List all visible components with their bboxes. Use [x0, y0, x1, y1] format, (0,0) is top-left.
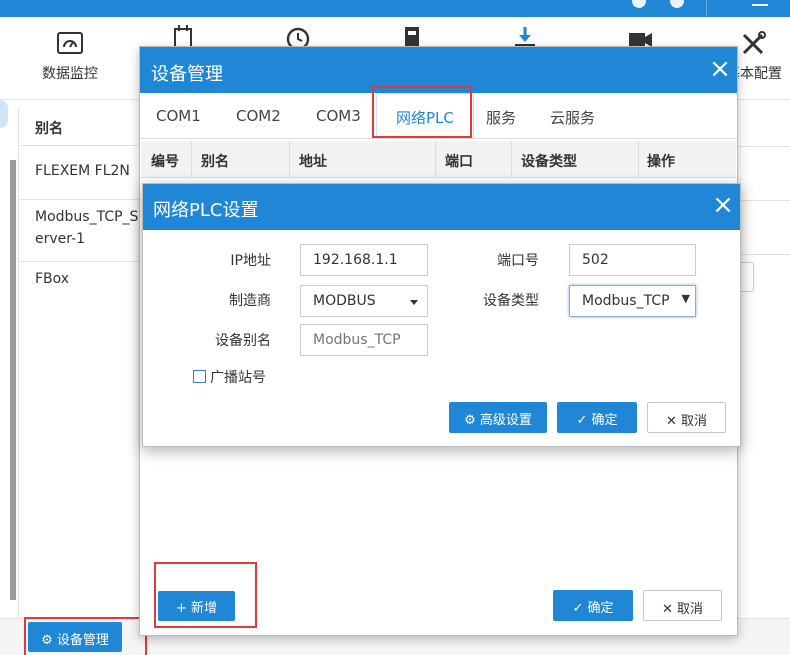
dialog-title: 设备管理	[151, 64, 223, 85]
column-header: 编号	[151, 154, 179, 170]
scrollbar[interactable]	[10, 160, 16, 600]
close-icon: ✕	[665, 414, 677, 429]
vendor-value: MODBUS	[313, 293, 376, 309]
vendor-select[interactable]: MODBUS	[300, 285, 428, 317]
column-header: 设备类型	[521, 154, 577, 170]
highlight-box	[154, 562, 257, 628]
broadcast-checkbox[interactable]	[193, 370, 206, 383]
broadcast-label: 广播站号	[210, 370, 266, 386]
toolbar-data-monitor[interactable]: 数据监控	[30, 31, 110, 83]
column-divider	[511, 141, 512, 178]
device-alias-list: 别名 FLEXEM FL2N Modbus_TCP_S erver-1 FBox	[18, 108, 149, 618]
gear-icon: ⚙	[464, 413, 476, 428]
button-label: 确定	[587, 601, 614, 616]
ok-button[interactable]: ✓ 确定	[557, 402, 637, 433]
ip-input[interactable]	[300, 244, 428, 276]
column-divider	[638, 141, 639, 178]
window-title-bar	[0, 0, 790, 17]
list-item[interactable]: Modbus_TCP_S erver-1	[19, 200, 149, 262]
divider	[738, 200, 790, 201]
check-icon: ✓	[576, 413, 588, 428]
port-label: 端口号	[497, 253, 539, 269]
tab-com2[interactable]: COM2	[236, 107, 281, 125]
advanced-settings-button[interactable]: ⚙ 高级设置	[449, 402, 547, 433]
check-icon: ✓	[572, 601, 584, 616]
monitor-gauge-icon	[57, 32, 83, 54]
highlight-box	[24, 617, 147, 655]
column-divider	[435, 141, 436, 178]
left-sidebar	[0, 100, 18, 620]
ip-label: IP地址	[230, 253, 271, 269]
divider	[738, 254, 790, 255]
gear-icon[interactable]	[670, 0, 684, 8]
button-label: 确定	[591, 413, 618, 428]
column-divider	[191, 141, 192, 178]
sidebar-tab[interactable]	[0, 100, 8, 128]
tab-cloud-service[interactable]: 云服务	[550, 107, 595, 128]
device-type-select[interactable]: Modbus_TCP ▼	[569, 285, 696, 317]
column-header: 地址	[299, 154, 327, 170]
titlebar-divider	[706, 0, 707, 17]
list-item[interactable]: FLEXEM FL2N	[19, 146, 149, 200]
info-icon[interactable]	[632, 0, 646, 8]
button-label: 取消	[681, 414, 708, 429]
close-icon[interactable]: ×	[709, 56, 731, 82]
tab-service[interactable]: 服务	[486, 107, 516, 128]
alias-label: 设备别名	[215, 333, 271, 349]
column-header: 别名	[201, 154, 229, 170]
alias-input[interactable]	[300, 324, 428, 356]
list-right-edge	[738, 108, 790, 618]
network-plc-settings-dialog: 网络PLC设置 × IP地址 端口号 制造商 MODBUS 设备类型 Modbu…	[142, 183, 741, 447]
table-header: 编号 别名 地址 端口 设备类型 操作	[141, 141, 736, 178]
port-input[interactable]	[569, 244, 696, 276]
close-icon: ✕	[661, 602, 673, 617]
ok-button[interactable]: ✓ 确定	[553, 590, 633, 621]
dialog-header: 网络PLC设置	[143, 184, 740, 230]
highlight-box	[372, 86, 472, 138]
tools-icon	[742, 31, 766, 55]
divider	[738, 146, 790, 147]
cancel-button[interactable]: ✕ 取消	[643, 590, 722, 621]
tab-com3[interactable]: COM3	[316, 107, 361, 125]
chevron-down-icon: ▼	[681, 292, 690, 305]
button-label: 高级设置	[479, 413, 532, 428]
button-label: 取消	[677, 602, 704, 617]
chevron-down-icon	[410, 300, 418, 305]
list-header-alias: 别名	[19, 108, 149, 146]
cancel-button[interactable]: ✕ 取消	[647, 402, 726, 433]
toolbar-label: 数据监控	[42, 66, 98, 82]
column-header: 操作	[647, 154, 675, 170]
device-type-value: Modbus_TCP	[582, 293, 670, 309]
minimize-icon[interactable]	[752, 4, 768, 6]
list-item[interactable]: FBox	[19, 262, 149, 302]
vendor-label: 制造商	[229, 293, 271, 309]
device-type-label: 设备类型	[483, 293, 539, 309]
tab-com1[interactable]: COM1	[156, 107, 201, 125]
close-icon[interactable]: ×	[712, 192, 734, 218]
column-header: 端口	[445, 154, 473, 170]
column-divider	[289, 141, 290, 178]
dialog-title: 网络PLC设置	[153, 200, 259, 221]
